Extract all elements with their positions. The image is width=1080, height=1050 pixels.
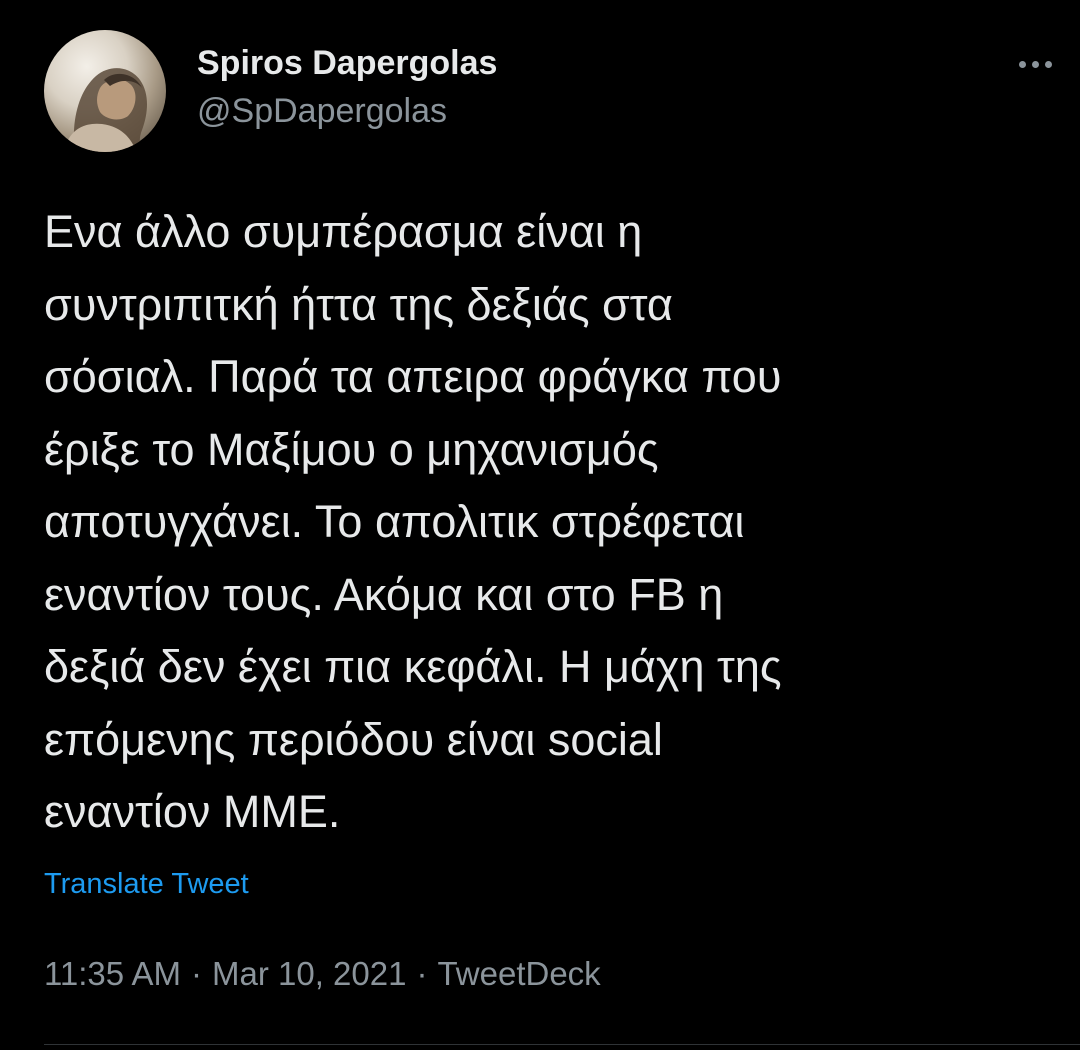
- tweet-text-line: επόμενης περιόδου είναι social: [44, 713, 663, 765]
- tweet-text-line: συντριπιτκή ήττα της δεξιάς στα: [44, 278, 673, 330]
- tweet-metadata: 11:35 AM · Mar 10, 2021 · TweetDeck: [44, 955, 601, 993]
- tweet-time[interactable]: 11:35 AM: [44, 955, 181, 992]
- tweet-text-line: εναντίον τους. Ακόμα και στο FB η: [44, 568, 724, 620]
- author-display-name[interactable]: Spiros Dapergolas: [197, 44, 497, 83]
- meta-separator: ·: [190, 955, 202, 992]
- more-horizontal-icon: [1018, 60, 1026, 68]
- more-horizontal-icon: [1031, 60, 1039, 68]
- tweet-text-line: έριξε το Μαξίμου ο μηχανισμός: [44, 423, 659, 475]
- divider: [44, 1044, 1080, 1045]
- tweet-text-line: Ενα άλλο συμπέρασμα είναι η: [44, 206, 643, 257]
- more-options-button[interactable]: [1010, 46, 1060, 82]
- avatar[interactable]: [44, 30, 166, 152]
- author-handle[interactable]: @SpDapergolas: [197, 92, 447, 131]
- tweet-text-line: εναντίον ΜΜΕ.: [44, 786, 341, 837]
- tweet-source-link[interactable]: TweetDeck: [437, 955, 600, 992]
- tweet-date[interactable]: Mar 10, 2021: [212, 955, 406, 992]
- tweet-text-line: δεξιά δεν έχει πια κεφάλι. Η μάχη της: [44, 641, 782, 692]
- more-horizontal-icon: [1044, 60, 1052, 68]
- avatar-photo: [64, 68, 147, 152]
- translate-tweet-link[interactable]: Translate Tweet: [44, 868, 249, 901]
- meta-separator: ·: [416, 955, 428, 992]
- tweet-text: Ενα άλλο συμπέρασμα είναι η συντριπιτκή …: [44, 196, 1044, 849]
- tweet-text-line: αποτυγχάνει. Το απολιτικ στρέφεται: [44, 496, 745, 547]
- tweet-detail: Spiros Dapergolas @SpDapergolas Ενα άλλο…: [0, 0, 1080, 1050]
- tweet-text-line: σόσιαλ. Παρά τα απειρα φράγκα που: [44, 351, 782, 402]
